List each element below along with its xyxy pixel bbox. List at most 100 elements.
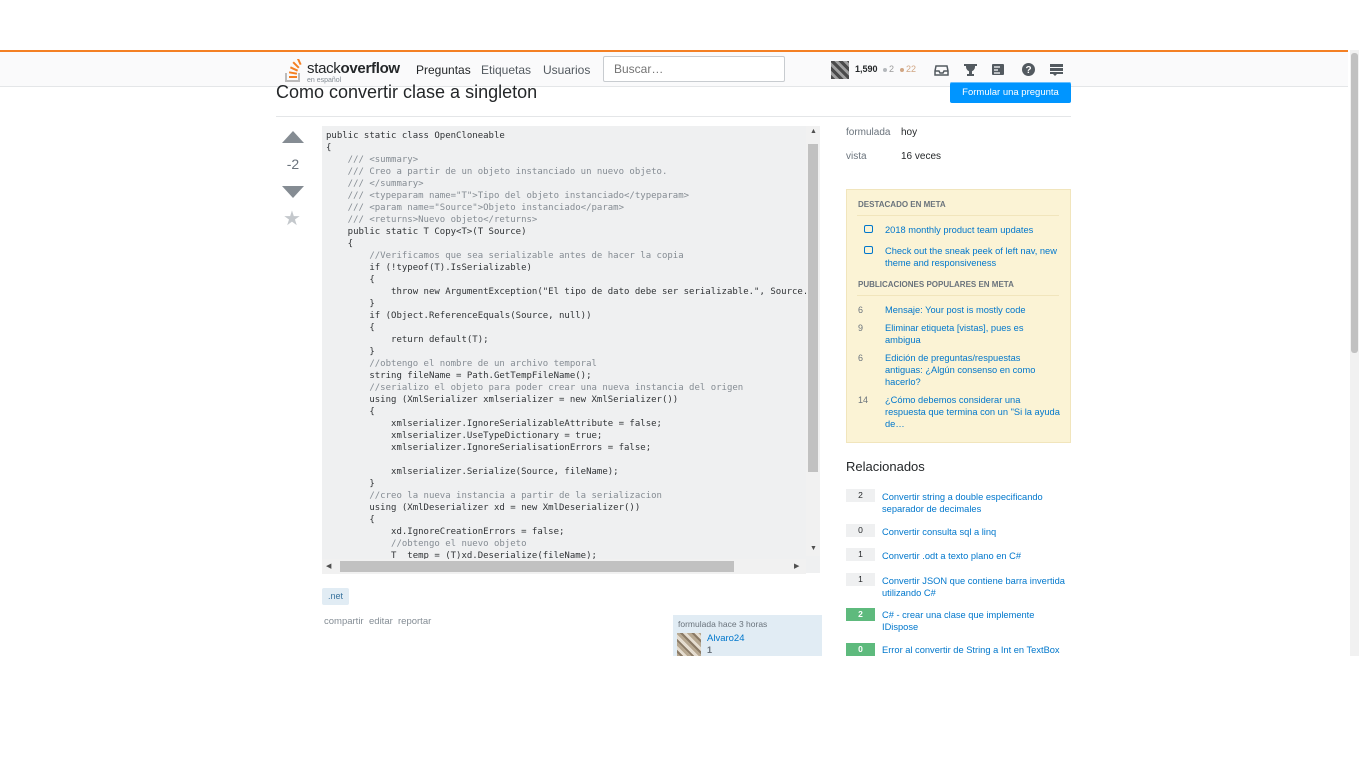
related-score: 2 (846, 489, 875, 502)
featured-link[interactable]: Check out the sneak peek of left nav, ne… (885, 245, 1060, 269)
vote-down-icon[interactable] (282, 186, 304, 198)
share-link[interactable]: compartir (324, 616, 364, 627)
code-line: { (326, 143, 332, 153)
code-line: /// Creo a partir de un objeto instancia… (326, 167, 668, 177)
viewed-label: vista (846, 151, 867, 162)
nav-etiquetas[interactable]: Etiquetas (481, 63, 531, 77)
nav-preguntas[interactable]: Preguntas (416, 63, 471, 77)
scroll-right-arrow-icon[interactable]: ▶ (794, 562, 799, 570)
code-line: { (326, 239, 354, 249)
stack-logo-icon (285, 59, 302, 82)
related-link[interactable]: Convertir JSON que contiene barra invert… (882, 575, 1072, 599)
code-line: { (326, 275, 375, 285)
site-switcher-icon[interactable] (1049, 62, 1064, 77)
code-line: /// </summary> (326, 179, 424, 189)
flag-link[interactable]: reportar (398, 616, 431, 627)
code-line: xmlserializer.Serialize(Source, fileName… (326, 467, 619, 477)
asked-value: hoy (901, 127, 918, 138)
code-line: xmlserializer.IgnoreSerializableAttribut… (326, 419, 662, 429)
chat-icon (864, 246, 873, 254)
edit-link[interactable]: editar (369, 616, 393, 627)
popular-link[interactable]: Eliminar etiqueta [vistas], pues es ambi… (885, 322, 1060, 346)
code-line: //creo la nueva instancia a partir de la… (326, 491, 662, 501)
question-title[interactable]: Como convertir clase a singleton (276, 82, 537, 103)
vote-count: -2 (286, 156, 300, 172)
code-line: //serializo el objeto para poder crear u… (326, 383, 744, 393)
vote-up-icon[interactable] (282, 131, 304, 143)
popular-link[interactable]: ¿Cómo debemos considerar una respuesta q… (885, 394, 1060, 430)
asked-label: formulada (846, 127, 891, 138)
scroll-down-arrow-icon[interactable]: ▼ (810, 545, 817, 552)
logo-text: stackoverflow (307, 60, 400, 77)
related-link[interactable]: Convertir string a double especificando … (882, 491, 1072, 515)
search-input[interactable] (603, 56, 785, 82)
asked-time: formulada hace 3 horas (678, 619, 768, 629)
code-horizontal-scroll-thumb[interactable] (340, 561, 734, 572)
related-link[interactable]: Convertir consulta sql a linq (882, 526, 1072, 538)
code-line: /// <param name="Source">Objeto instanci… (326, 203, 625, 213)
title-divider (276, 116, 1071, 117)
related-link[interactable]: C# - crear una clase que implemente IDis… (882, 609, 1072, 633)
inbox-icon[interactable] (934, 62, 949, 77)
code-line: //obtengo el nombre de un archivo tempor… (326, 359, 597, 369)
code-vertical-scroll-thumb[interactable] (808, 144, 818, 472)
popular-link[interactable]: Mensaje: Your post is mostly code (885, 304, 1060, 316)
code-block: public static class OpenCloneable { /// … (322, 126, 820, 573)
code-line: throw new ArgumentException("El tipo de … (326, 287, 814, 297)
achievements-icon[interactable] (963, 62, 978, 77)
help-icon[interactable]: ? (1021, 62, 1036, 77)
blank-area (0, 656, 1348, 768)
code-line: { (326, 515, 375, 525)
code-line: //Verificamos que sea serializable antes… (326, 251, 684, 261)
owner-avatar[interactable] (677, 633, 701, 657)
code-line: using (XmlSerializer xmlserializer = new… (326, 395, 679, 405)
user-reputation: 1,590 (855, 64, 878, 74)
code-line: using (XmlDeserializer xd = new XmlDeser… (326, 503, 641, 513)
code-line: /// <typeparam name="T">Tipo del objeto … (326, 191, 690, 201)
code-line: public static T Copy<T>(T Source) (326, 227, 527, 237)
scroll-left-arrow-icon[interactable]: ◀ (326, 562, 331, 570)
favorite-star-icon[interactable]: ★ (283, 207, 301, 231)
owner-name[interactable]: Alvaro24 (707, 633, 745, 644)
tag-net[interactable]: .net (322, 588, 350, 605)
code-content: public static class OpenCloneable { /// … (322, 126, 820, 562)
chat-icon (864, 225, 873, 233)
owner-reputation: 1 (707, 645, 713, 655)
viewed-value: 16 veces (901, 151, 942, 162)
featured-header: DESTACADO EN META (858, 200, 946, 209)
related-header: Relacionados (846, 459, 925, 474)
page-scrollbar-thumb[interactable] (1351, 53, 1358, 353)
scroll-up-arrow-icon[interactable]: ▲ (810, 128, 817, 135)
related-score: 0 (846, 524, 875, 537)
featured-link[interactable]: 2018 monthly product team updates (885, 224, 1060, 236)
code-line: } (326, 479, 375, 489)
nav-usuarios[interactable]: Usuarios (543, 63, 590, 77)
code-line: { (326, 323, 375, 333)
review-icon[interactable] (991, 62, 1006, 77)
code-line: if (!typeof(T).IsSerializable) (326, 263, 532, 273)
code-line: } (326, 347, 375, 357)
code-line: if (Object.ReferenceEquals(Source, null)… (326, 311, 592, 321)
ask-question-button[interactable]: Formular una pregunta (950, 82, 1071, 103)
related-link[interactable]: Error al convertir de String a Int en Te… (882, 644, 1072, 656)
code-line: /// <returns>Nuevo objeto</returns> (326, 215, 538, 225)
code-line: public static class OpenCloneable (326, 131, 505, 141)
user-avatar[interactable] (831, 61, 849, 79)
code-line: string fileName = Path.GetTempFileName()… (326, 371, 592, 381)
code-line: //obtengo el nuevo objeto (326, 539, 527, 549)
silver-badges: 2 (883, 64, 894, 74)
popular-count: 14 (858, 395, 869, 405)
code-line: xmlserializer.UseTypeDictionary = true; (326, 431, 603, 441)
code-line: { (326, 407, 375, 417)
top-bar: stackoverflow en español Preguntas Etiqu… (0, 50, 1348, 87)
related-score-accepted: 0 (846, 643, 875, 656)
code-line: /// <summary> (326, 155, 419, 165)
related-link[interactable]: Convertir .odt a texto plano en C# (882, 550, 1072, 562)
popular-divider (857, 295, 1059, 296)
code-line: return default(T); (326, 335, 489, 345)
code-line: } (326, 299, 375, 309)
popular-link[interactable]: Edición de preguntas/respuestas antiguas… (885, 352, 1060, 388)
related-score: 1 (846, 573, 875, 586)
popular-count: 6 (858, 353, 864, 363)
code-line: xmlserializer.IgnoreSerialisationErrors … (326, 443, 652, 453)
